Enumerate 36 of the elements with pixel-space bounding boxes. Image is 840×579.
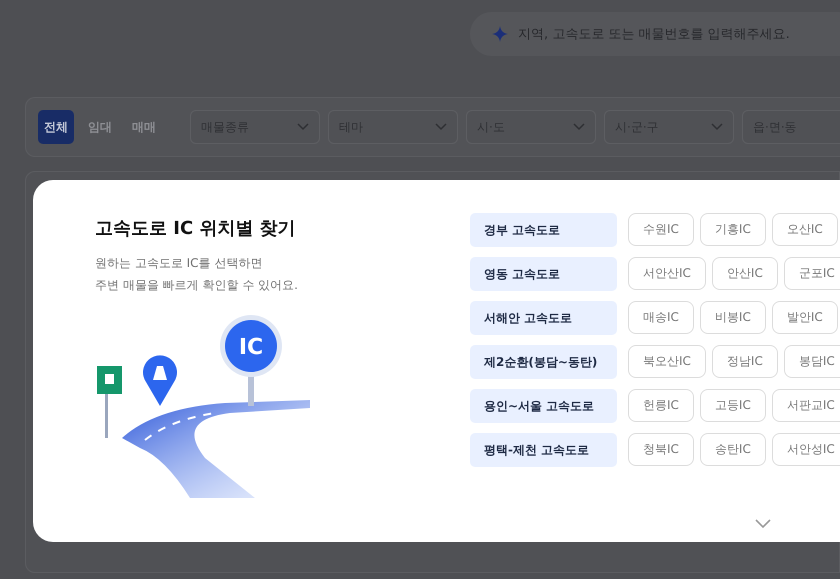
chevron-down-icon — [573, 123, 585, 131]
highway-label: 제2순환(봉담~동탄) — [470, 345, 617, 379]
interchange-chip[interactable]: 서판교IC — [772, 389, 840, 422]
interchange-chip[interactable]: 송탄IC — [700, 433, 766, 466]
modal-title: 고속도로 IC 위치별 찾기 — [95, 217, 297, 240]
highway-label: 경부 고속도로 — [470, 213, 617, 247]
interchange-chip[interactable]: 수원IC — [628, 213, 694, 246]
interchange-chip[interactable]: 정남IC — [712, 345, 778, 378]
interchange-chip[interactable]: 군포IC — [784, 257, 840, 290]
interchange-chip[interactable]: 오산IC — [772, 213, 838, 246]
modal-description: 원하는 고속도로 IC를 선택하면 주변 매물을 빠르게 확인할 수 있어요. — [95, 255, 299, 294]
filter-tab[interactable]: 매매 — [126, 110, 162, 144]
interchange-chip[interactable]: 고등IC — [700, 389, 766, 422]
chevron-down-icon — [297, 123, 309, 131]
filter-tab[interactable]: 임대 — [82, 110, 118, 144]
chevron-down-icon[interactable] — [755, 519, 771, 529]
chevron-down-icon — [711, 123, 723, 131]
interchange-chip[interactable]: 안산IC — [712, 257, 778, 290]
interchange-chip[interactable]: 봉담IC — [784, 345, 840, 378]
chevron-down-icon — [435, 123, 447, 131]
highway-label: 용인~서울 고속도로 — [470, 389, 617, 423]
highway-label: 영동 고속도로 — [470, 257, 617, 291]
interchange-chip[interactable]: 서안성IC — [772, 433, 840, 466]
highway-illustration-drawing: IC — [95, 308, 315, 498]
sparkle-icon — [492, 26, 508, 42]
interchange-chip[interactable]: 북오산IC — [628, 345, 706, 378]
interchange-chip[interactable]: 청북IC — [628, 433, 694, 466]
interchange-chip[interactable]: 비봉IC — [700, 301, 766, 334]
interchange-chip[interactable]: 기흥IC — [700, 213, 766, 246]
highway-label: 서해안 고속도로 — [470, 301, 617, 335]
interchange-chip[interactable]: 서안산IC — [628, 257, 706, 290]
highway-label: 평택-제천 고속도로 — [470, 433, 617, 467]
filter-tab[interactable]: 전체 — [38, 110, 74, 144]
interchange-chip[interactable]: 발안IC — [772, 301, 838, 334]
interchange-chip[interactable]: 헌릉IC — [628, 389, 694, 422]
interchange-chip[interactable]: 매송IC — [628, 301, 694, 334]
